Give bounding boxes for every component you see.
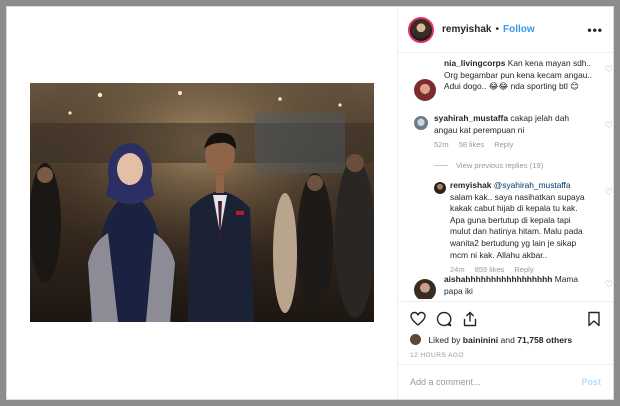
comment-avatar[interactable] <box>414 116 428 130</box>
comment-username[interactable]: nia_livingcorps <box>444 58 505 68</box>
reply-avatar[interactable] <box>434 182 446 194</box>
more-options-icon[interactable]: ••• <box>587 23 603 37</box>
bookmark-save-icon[interactable] <box>586 311 602 327</box>
reply-time: 24m <box>450 265 465 275</box>
reply-item: remyishak @syahirah_mustaffa salam kak..… <box>450 180 592 276</box>
like-heart-icon[interactable] <box>410 311 426 327</box>
post-side-panel: remyishak • Follow ••• nia_livingcorps K… <box>397 7 613 399</box>
liker-avatar[interactable] <box>410 334 421 345</box>
follow-button[interactable]: Follow <box>503 24 535 35</box>
instagram-post-frame: remyishak • Follow ••• nia_livingcorps K… <box>6 6 614 400</box>
likes-and: and <box>500 335 515 345</box>
reply-username[interactable]: remyishak <box>450 180 491 190</box>
comment-avatar[interactable] <box>414 79 436 101</box>
reply-like-heart-icon[interactable]: ♡ <box>605 187 613 198</box>
liker-username[interactable]: baininini <box>463 335 498 345</box>
comment-item: syahirah_mustaffa cakap jelah dah angau … <box>434 113 592 151</box>
comment-bubble-icon[interactable] <box>436 311 452 327</box>
comments-list[interactable]: nia_livingcorps Kan kena mayan sdh.. Org… <box>398 54 613 299</box>
reply-text: salam kak.. saya nasihatkan supaya kakak… <box>450 191 585 260</box>
reply-line <box>434 165 448 166</box>
share-upload-icon[interactable] <box>462 311 478 327</box>
post-comment-button[interactable]: Post <box>581 377 601 387</box>
comment-avatar[interactable] <box>414 279 436 299</box>
likes-prefix: Liked by <box>428 335 461 345</box>
comment-item: nia_livingcorps Kan kena mayan sdh.. Org… <box>444 58 594 93</box>
post-header: remyishak • Follow ••• <box>398 7 613 53</box>
add-comment-row: Post <box>398 364 613 399</box>
likes-count[interactable]: 71,758 others <box>517 335 572 345</box>
photo-illustration <box>30 83 374 322</box>
comment-reply-link[interactable]: Reply <box>494 140 513 149</box>
comment-username[interactable]: syahirah_mustaffa <box>434 113 508 123</box>
comment-like-heart-icon[interactable]: ♡ <box>605 279 613 290</box>
comment-username[interactable]: aishahhhhhhhhhhhhhhhhh <box>444 274 552 284</box>
action-bar <box>398 301 613 337</box>
view-replies-row[interactable]: View previous replies (19) <box>434 161 543 170</box>
reply-reply-link[interactable]: Reply <box>514 265 533 274</box>
reply-likes[interactable]: 859 likes <box>475 265 505 274</box>
likes-summary: Liked by baininini and 71,758 others <box>410 334 572 345</box>
comment-meta: 52m 58 likes Reply <box>434 139 592 151</box>
add-comment-input[interactable] <box>410 377 582 387</box>
author-avatar[interactable] <box>408 16 434 43</box>
comment-time: 52m <box>434 140 449 150</box>
comment-item: aishahhhhhhhhhhhhhhhhh Mama papa iki <box>444 274 594 297</box>
comment-like-heart-icon[interactable]: ♡ <box>605 120 613 131</box>
post-timestamp[interactable]: 12 HOURS AGO <box>410 352 464 359</box>
author-username[interactable]: remyishak <box>442 24 491 35</box>
header-separator: • <box>495 24 499 35</box>
view-replies-link[interactable]: View previous replies (19) <box>456 161 543 170</box>
comment-likes[interactable]: 58 likes <box>459 140 484 149</box>
reply-mention[interactable]: @syahirah_mustaffa <box>494 180 571 190</box>
post-photo[interactable] <box>30 83 374 322</box>
comment-like-heart-icon[interactable]: ♡ <box>605 64 613 75</box>
post-media-area <box>7 7 397 399</box>
